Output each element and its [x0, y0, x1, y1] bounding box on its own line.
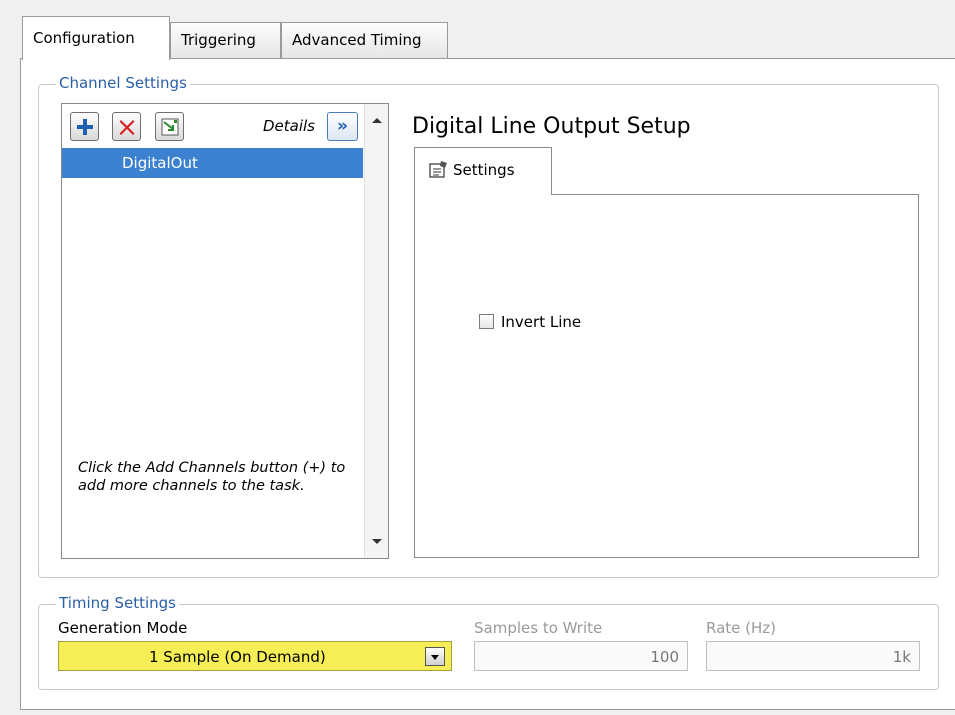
- scroll-down-icon[interactable]: [372, 539, 382, 544]
- channel-settings-title: Channel Settings: [56, 74, 190, 92]
- scroll-up-icon[interactable]: [372, 118, 382, 123]
- add-channels-dialog-button[interactable]: [155, 112, 184, 141]
- details-label: Details: [263, 117, 316, 135]
- tab-triggering-label: Triggering: [181, 31, 256, 49]
- samples-to-write-label: Samples to Write: [474, 619, 603, 637]
- channel-list-scrollbar[interactable]: [364, 104, 388, 558]
- tab-triggering[interactable]: Triggering: [170, 22, 281, 58]
- x-icon: [119, 119, 134, 135]
- invert-line-checkbox[interactable]: [479, 314, 494, 329]
- tab-settings[interactable]: Settings: [414, 147, 552, 195]
- tab-advanced-timing-label: Advanced Timing: [292, 31, 422, 49]
- generation-mode-label: Generation Mode: [58, 619, 188, 637]
- timing-settings-title: Timing Settings: [56, 594, 179, 612]
- invert-line-label[interactable]: Invert Line: [501, 313, 581, 331]
- details-expand-button[interactable]: »: [327, 112, 358, 141]
- generation-mode-value: 1 Sample (On Demand): [149, 648, 326, 666]
- rate-label: Rate (Hz): [706, 619, 777, 637]
- tab-advanced-timing[interactable]: Advanced Timing: [281, 22, 448, 58]
- samples-to-write-field[interactable]: 100: [474, 641, 688, 671]
- add-channels-hint: Click the Add Channels button (+) to add…: [78, 460, 346, 494]
- settings-icon: [429, 161, 447, 178]
- tab-settings-label: Settings: [453, 161, 515, 179]
- tab-configuration-label: Configuration: [33, 29, 135, 47]
- rate-field[interactable]: 1k: [706, 641, 920, 671]
- add-channel-button[interactable]: [70, 112, 99, 141]
- setup-title: Digital Line Output Setup: [412, 114, 691, 139]
- add-channels-dialog-icon: [161, 118, 178, 135]
- generation-mode-select[interactable]: 1 Sample (On Demand): [58, 641, 452, 671]
- channel-list-item[interactable]: DigitalOut: [62, 148, 363, 178]
- chevron-down-icon[interactable]: [425, 647, 445, 666]
- plus-icon: [76, 118, 93, 135]
- settings-panel: [414, 194, 919, 558]
- remove-channel-button[interactable]: [112, 112, 141, 141]
- tab-configuration[interactable]: Configuration: [22, 16, 170, 60]
